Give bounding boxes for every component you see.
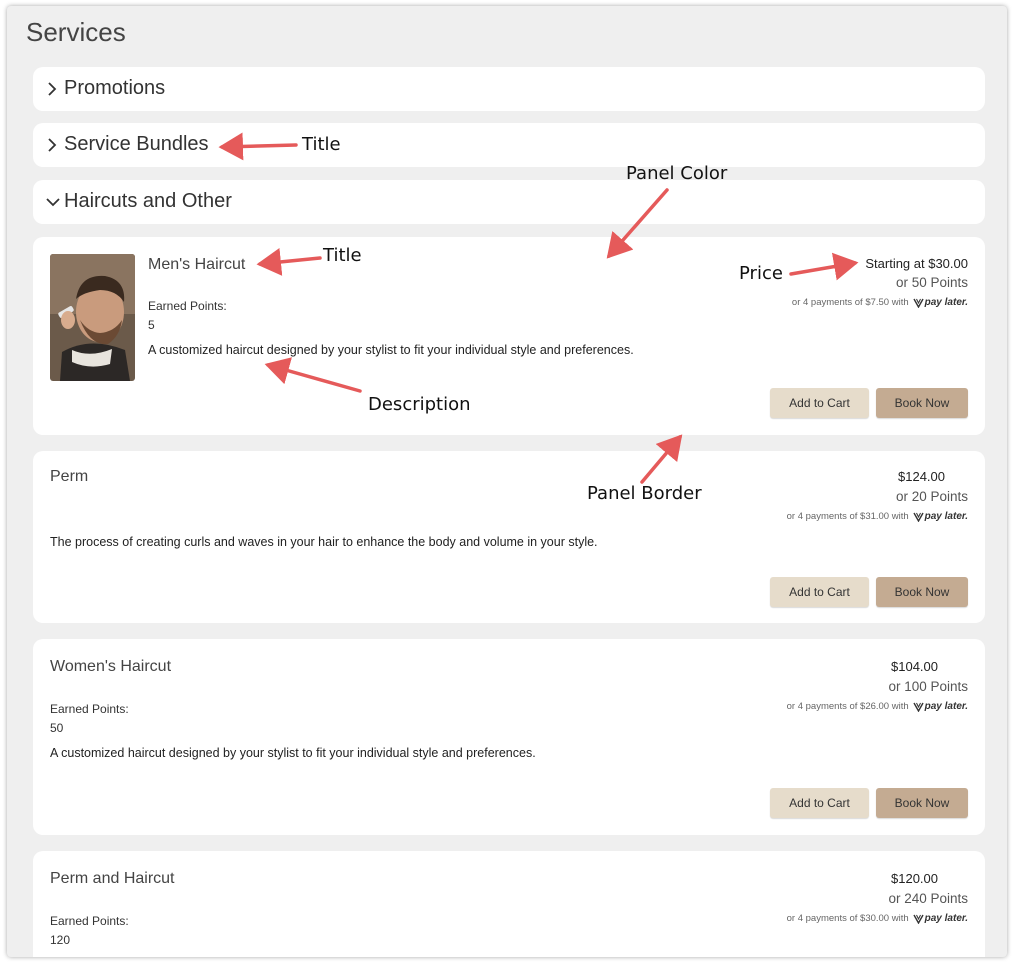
annotation-description: Description — [368, 394, 471, 415]
paylater-brand: pay later. — [924, 701, 968, 712]
chevron-right-icon — [48, 138, 57, 152]
accordion-service-bundles[interactable]: Service Bundles — [33, 123, 985, 167]
paylater-logo-icon — [913, 914, 924, 924]
service-price: $104.00 — [891, 659, 938, 674]
paylater-info[interactable]: or 4 payments of $26.00 with pay later. — [787, 701, 968, 712]
earned-points-value: 50 — [50, 721, 64, 735]
paylater-text: or 4 payments of $26.00 with — [786, 701, 909, 712]
points-price: or 240 Points — [888, 891, 968, 906]
earned-points-label: Earned Points: — [50, 914, 129, 928]
accordion-title: Promotions — [64, 77, 166, 99]
paylater-info[interactable]: or 4 payments of $30.00 with pay later. — [787, 913, 968, 924]
chevron-down-icon — [46, 198, 60, 207]
paylater-text: or 4 payments of $31.00 with — [786, 511, 909, 522]
book-now-button[interactable]: Book Now — [876, 788, 968, 818]
paylater-logo: pay later. — [913, 913, 968, 924]
service-panel-mens-haircut: Men's Haircut Earned Points: 5 A customi… — [33, 237, 985, 435]
service-price: Starting at $30.00 — [865, 256, 968, 271]
service-panel-perm-and-haircut: Perm and Haircut Earned Points: 120 $120… — [33, 851, 985, 957]
annotation-title: Title — [302, 134, 341, 155]
add-to-cart-button[interactable]: Add to Cart — [770, 388, 869, 418]
service-price: $120.00 — [891, 871, 938, 886]
paylater-info[interactable]: or 4 payments of $31.00 with pay later. — [787, 511, 968, 522]
paylater-logo: pay later. — [913, 297, 968, 308]
service-title: Perm and Haircut — [50, 870, 175, 887]
earned-points-label: Earned Points: — [148, 299, 227, 313]
book-now-button[interactable]: Book Now — [876, 388, 968, 418]
accordion-promotions[interactable]: Promotions — [33, 67, 985, 111]
accordion-haircuts-and-other[interactable]: Haircuts and Other — [33, 180, 985, 224]
earned-points-label: Earned Points: — [50, 702, 129, 716]
accordion-title: Haircuts and Other — [64, 190, 232, 212]
paylater-logo-icon — [913, 702, 924, 712]
earned-points-value: 120 — [50, 933, 71, 947]
annotation-panel-border: Panel Border — [587, 483, 702, 504]
paylater-info[interactable]: or 4 payments of $7.50 with pay later. — [792, 297, 968, 308]
annotation-title: Title — [323, 245, 362, 266]
service-description: A customized haircut designed by your st… — [148, 343, 634, 357]
service-description: A customized haircut designed by your st… — [50, 746, 536, 760]
points-price: or 100 Points — [888, 679, 968, 694]
paylater-logo: pay later. — [913, 511, 968, 522]
paylater-logo-icon — [913, 512, 924, 522]
service-title: Perm — [50, 468, 89, 485]
service-title: Women's Haircut — [50, 658, 172, 675]
paylater-text: or 4 payments of $7.50 with — [791, 297, 909, 308]
annotation-price: Price — [739, 263, 783, 284]
add-to-cart-button[interactable]: Add to Cart — [770, 788, 869, 818]
chevron-right-icon — [48, 82, 57, 96]
services-page: Services Promotions Service Bundles Hair… — [7, 6, 1007, 957]
service-price: $124.00 — [898, 469, 945, 484]
service-panel-womens-haircut: Women's Haircut Earned Points: 50 A cust… — [33, 639, 985, 835]
service-description: The process of creating curls and waves … — [50, 535, 598, 549]
paylater-logo-icon — [913, 298, 924, 308]
earned-points-value: 5 — [148, 318, 155, 332]
paylater-brand: pay later. — [924, 297, 968, 308]
paylater-text: or 4 payments of $30.00 with — [786, 913, 909, 924]
accordion-title: Service Bundles — [64, 133, 209, 155]
book-now-button[interactable]: Book Now — [876, 577, 968, 607]
points-price: or 50 Points — [895, 275, 968, 290]
points-price: or 20 Points — [895, 489, 968, 504]
paylater-logo: pay later. — [913, 701, 968, 712]
page-title: Services — [26, 17, 126, 47]
paylater-brand: pay later. — [924, 913, 968, 924]
service-image — [50, 254, 135, 381]
add-to-cart-button[interactable]: Add to Cart — [770, 577, 869, 607]
paylater-brand: pay later. — [924, 511, 968, 522]
annotation-panel-color: Panel Color — [626, 163, 728, 184]
service-title: Men's Haircut — [148, 256, 246, 273]
service-panel-perm: Perm The process of creating curls and w… — [33, 451, 985, 623]
